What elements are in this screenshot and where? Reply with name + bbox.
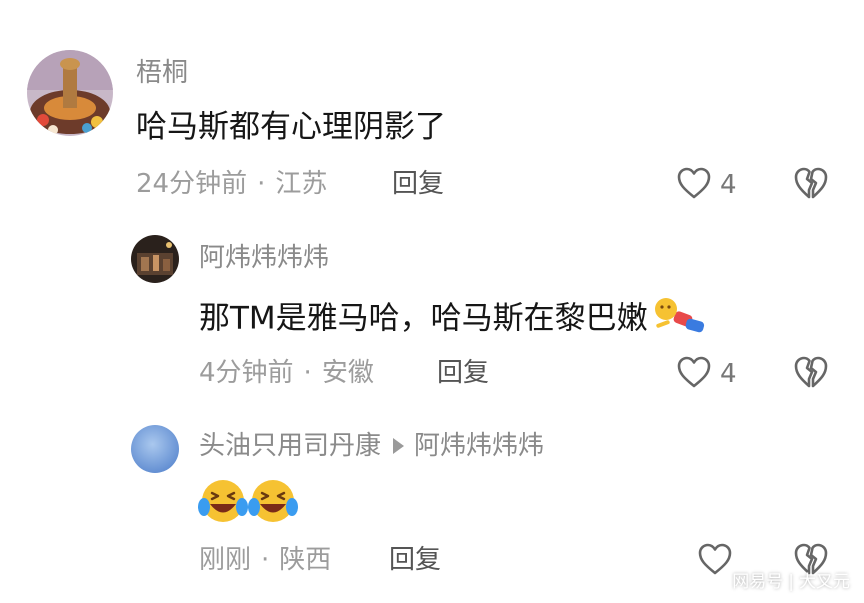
avatar[interactable] — [131, 235, 179, 283]
location: 江苏 — [275, 169, 328, 199]
like-button[interactable] — [676, 355, 712, 389]
reply-to-username[interactable]: 阿炜炜炜炜 — [414, 431, 544, 461]
like-count: 4 — [720, 359, 737, 389]
comment-text: 那TM是雅马哈，哈马斯在黎巴嫩 — [199, 296, 706, 344]
comment-text: 哈马斯都有心理阴影了 — [136, 109, 446, 145]
heart-icon — [677, 167, 711, 199]
location: 安徽 — [321, 358, 374, 388]
watermark-source: 网易号 — [732, 572, 784, 592]
timestamp: 刚刚 — [199, 545, 252, 575]
watermark: 网易号 | 大叉元 — [732, 574, 850, 591]
timestamp: 24分钟前 — [136, 169, 248, 199]
reply-button[interactable]: 回复 — [389, 547, 441, 573]
laughing-crying-emoji — [198, 477, 248, 529]
heart-icon — [698, 543, 732, 575]
broken-heart-icon — [794, 356, 828, 388]
heart-icon — [677, 356, 711, 388]
comment-thread: 梧桐 哈马斯都有心理阴影了 24分钟前 · 江苏 回复 4 阿炜炜炜炜 那TM是雅马… — [0, 0, 864, 603]
separator-dot: · — [261, 545, 270, 575]
comment-meta: 24分钟前 · 江苏 — [136, 171, 327, 197]
separator-dot: · — [303, 358, 312, 388]
like-button[interactable] — [676, 166, 712, 200]
dislike-button[interactable] — [793, 166, 829, 200]
dislike-button[interactable] — [793, 355, 829, 389]
location: 陕西 — [279, 545, 332, 575]
broken-heart-icon — [794, 543, 828, 575]
username[interactable]: 头油只用司丹康 — [199, 431, 381, 461]
comment-meta: 4分钟前 · 安徽 — [199, 360, 374, 386]
avatar[interactable] — [131, 425, 179, 473]
reply-button[interactable]: 回复 — [392, 171, 444, 197]
username[interactable]: 阿炜炜炜炜 — [199, 245, 329, 271]
reply-button[interactable]: 回复 — [437, 360, 489, 386]
watermark-author: 大叉元 — [799, 572, 850, 592]
like-count: 4 — [720, 170, 737, 200]
broken-heart-icon — [794, 167, 828, 199]
comment-text-body: 那TM是雅马哈，哈马斯在黎巴嫩 — [199, 300, 648, 337]
dislike-button[interactable] — [793, 542, 829, 576]
reply-arrow-icon — [393, 437, 405, 454]
fallen-figure-emoji — [650, 296, 706, 344]
timestamp: 4分钟前 — [199, 358, 294, 388]
comment-meta: 刚刚 · 陕西 — [199, 547, 331, 573]
avatar[interactable] — [27, 50, 113, 136]
username[interactable]: 梧桐 — [136, 60, 188, 86]
separator-dot: · — [257, 169, 266, 199]
like-button[interactable] — [697, 542, 733, 576]
laughing-crying-emoji — [248, 477, 298, 529]
reply-header: 头油只用司丹康 阿炜炜炜炜 — [199, 433, 544, 459]
watermark-separator: | — [788, 572, 794, 592]
